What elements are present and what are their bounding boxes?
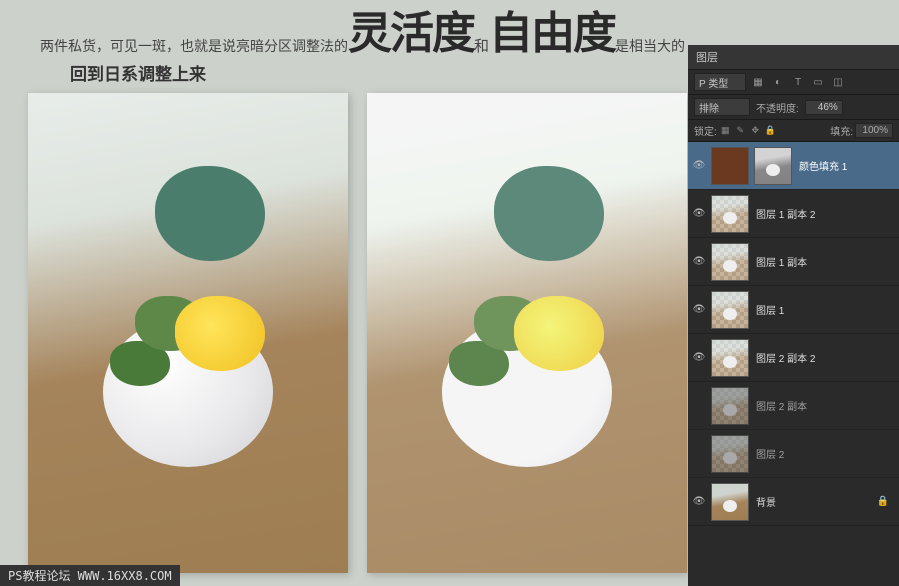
lock-pixels-icon[interactable]: ✎: [734, 124, 747, 137]
layer-thumbnail[interactable]: [711, 483, 749, 521]
footer-credit: PS教程论坛 WWW.16XX8.COM: [0, 565, 180, 586]
visibility-toggle-icon[interactable]: 👁: [692, 495, 706, 509]
lock-label: 锁定:: [694, 123, 717, 138]
header-text-b: 是相当大的: [615, 36, 685, 56]
layer-name[interactable]: 图层 1 副本: [756, 254, 807, 269]
layer-row[interactable]: 图层 2 副本: [688, 382, 899, 430]
edited-photo: [367, 93, 687, 573]
layer-name[interactable]: 图层 2 副本 2: [756, 350, 815, 365]
filter-image-icon[interactable]: ▦: [750, 74, 766, 90]
layer-name[interactable]: 图层 1 副本 2: [756, 206, 815, 221]
visibility-toggle-icon[interactable]: 👁: [692, 207, 706, 221]
visibility-toggle-icon[interactable]: [692, 447, 706, 461]
layer-row[interactable]: 👁 颜色填充 1: [688, 142, 899, 190]
layer-name[interactable]: 颜色填充 1: [799, 158, 847, 173]
filter-type-icon[interactable]: T: [790, 74, 806, 90]
layer-row[interactable]: 👁 图层 1: [688, 286, 899, 334]
layer-thumbnail[interactable]: [711, 339, 749, 377]
visibility-toggle-icon[interactable]: [692, 399, 706, 413]
header-big-2: 自由度: [489, 12, 615, 56]
filter-adjust-icon[interactable]: ◐: [770, 74, 786, 90]
layer-row[interactable]: 👁 图层 2 副本 2: [688, 334, 899, 382]
layer-row[interactable]: 图层 2: [688, 430, 899, 478]
visibility-toggle-icon[interactable]: 👁: [692, 159, 706, 173]
opacity-label: 不透明度:: [756, 100, 799, 115]
layer-row[interactable]: 👁 图层 1 副本: [688, 238, 899, 286]
layer-kind-dropdown[interactable]: P 类型: [694, 73, 746, 91]
layer-name[interactable]: 背景: [756, 494, 776, 509]
layer-thumbnail[interactable]: [711, 387, 749, 425]
original-photo: [28, 93, 348, 573]
blend-mode-dropdown[interactable]: 排除: [694, 98, 750, 116]
layer-row[interactable]: 👁 背景 🔒: [688, 478, 899, 526]
fill-label: 填充:: [830, 123, 853, 138]
visibility-toggle-icon[interactable]: 👁: [692, 303, 706, 317]
layer-thumbnail[interactable]: [711, 147, 749, 185]
lock-icon: 🔒: [877, 496, 889, 507]
layer-mask-thumbnail[interactable]: [754, 147, 792, 185]
header-text-a: 两件私货，可见一斑，也就是说亮暗分区调整法的: [40, 36, 348, 56]
layers-tab[interactable]: 图层: [688, 45, 899, 70]
layer-thumbnail[interactable]: [711, 195, 749, 233]
layer-name[interactable]: 图层 2: [756, 446, 784, 461]
layers-panel: 图层 P 类型 ▦ ◐ T ▭ ◫ 排除 不透明度: 46% 锁定: ▦ ✎ ✥…: [688, 45, 899, 586]
layer-name[interactable]: 图层 1: [756, 302, 784, 317]
header-big-1: 灵活度: [348, 12, 474, 56]
lock-transparency-icon[interactable]: ▦: [719, 124, 732, 137]
lock-position-icon[interactable]: ✥: [749, 124, 762, 137]
layer-row[interactable]: 👁 图层 1 副本 2: [688, 190, 899, 238]
filter-shape-icon[interactable]: ▭: [810, 74, 826, 90]
fill-value[interactable]: 100%: [855, 123, 893, 138]
opacity-value[interactable]: 46%: [805, 100, 843, 115]
layer-name[interactable]: 图层 2 副本: [756, 398, 807, 413]
lock-all-icon[interactable]: 🔒: [764, 124, 777, 137]
visibility-toggle-icon[interactable]: 👁: [692, 255, 706, 269]
filter-smart-icon[interactable]: ◫: [830, 74, 846, 90]
layer-thumbnail[interactable]: [711, 291, 749, 329]
layer-thumbnail[interactable]: [711, 243, 749, 281]
header-mid: 和: [474, 35, 489, 56]
layer-thumbnail[interactable]: [711, 435, 749, 473]
visibility-toggle-icon[interactable]: 👁: [692, 351, 706, 365]
